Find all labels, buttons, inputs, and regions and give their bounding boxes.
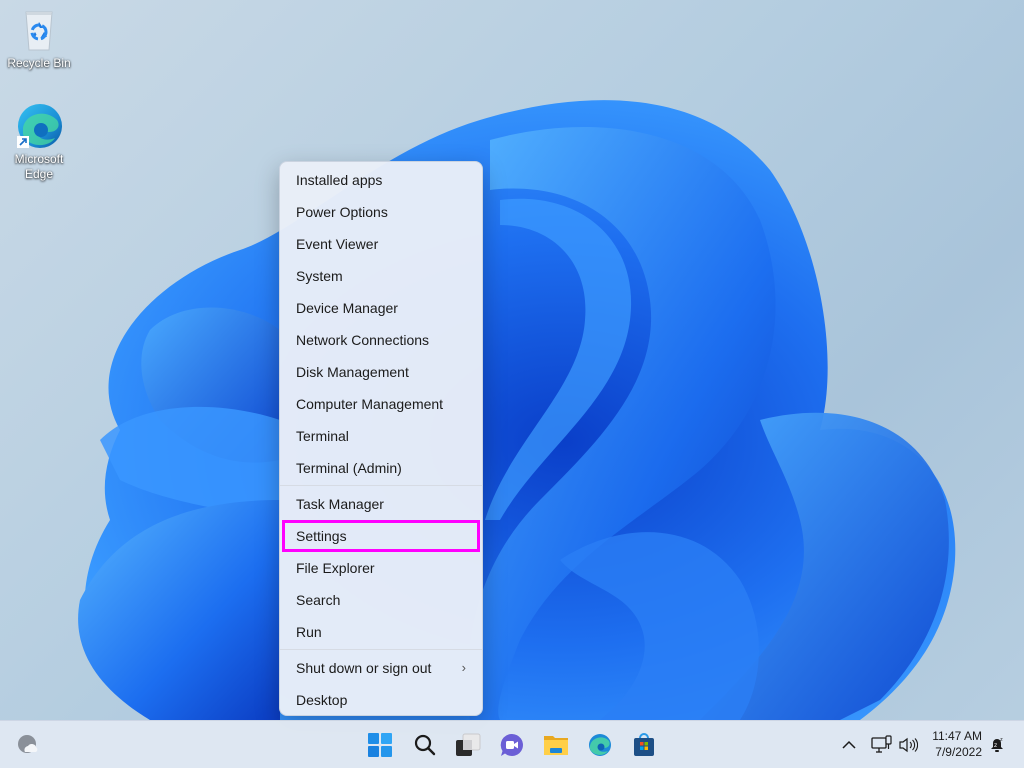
menu-item-computer-management[interactable]: Computer Management xyxy=(282,388,480,420)
wallpaper-bloom xyxy=(78,100,956,720)
menu-item-shut-down-or-sign-out[interactable]: Shut down or sign out › xyxy=(282,652,480,684)
menu-item-search[interactable]: Search xyxy=(282,584,480,616)
quick-link-context-menu: Installed apps Power Options Event Viewe… xyxy=(279,161,483,716)
speaker-icon xyxy=(899,737,918,753)
menu-item-device-manager[interactable]: Device Manager xyxy=(282,292,480,324)
svg-text:z: z xyxy=(994,742,997,749)
menu-item-settings[interactable]: Settings xyxy=(282,520,480,552)
task-view-icon xyxy=(456,733,481,756)
clock-date: 7/9/2022 xyxy=(935,745,982,759)
teams-chat-icon xyxy=(500,733,523,756)
file-explorer-button[interactable] xyxy=(540,729,572,761)
menu-item-terminal-admin[interactable]: Terminal (Admin) xyxy=(282,452,480,484)
menu-item-event-viewer[interactable]: Event Viewer xyxy=(282,228,480,260)
menu-item-disk-management[interactable]: Disk Management xyxy=(282,356,480,388)
focus-assist-bell-icon: z z xyxy=(991,737,1003,752)
notifications-button[interactable]: z z xyxy=(986,729,1008,761)
menu-item-power-options[interactable]: Power Options xyxy=(282,196,480,228)
chevron-up-icon xyxy=(842,740,856,749)
menu-item-label: Shut down or sign out xyxy=(296,660,432,676)
desktop-icon-recycle-bin[interactable]: Recycle Bin xyxy=(1,6,77,71)
recycle-bin-icon xyxy=(15,6,63,54)
microsoft-store-icon xyxy=(634,733,654,756)
menu-separator xyxy=(280,485,482,486)
menu-item-file-explorer[interactable]: File Explorer xyxy=(282,552,480,584)
menu-item-system[interactable]: System xyxy=(282,260,480,292)
task-view-button[interactable] xyxy=(452,729,484,761)
menu-item-installed-apps[interactable]: Installed apps xyxy=(282,164,480,196)
windows-start-icon xyxy=(368,733,392,757)
svg-text:z: z xyxy=(1000,737,1003,743)
edge-icon xyxy=(589,734,611,756)
desktop-icon-label-line1: Microsoft xyxy=(14,152,64,166)
edge-icon xyxy=(15,102,63,150)
start-button[interactable] xyxy=(364,729,396,761)
chat-button[interactable] xyxy=(496,729,528,761)
volume-button[interactable] xyxy=(896,729,920,761)
widgets-button[interactable] xyxy=(12,729,44,761)
menu-item-terminal[interactable]: Terminal xyxy=(282,420,480,452)
desktop-icon-microsoft-edge[interactable]: Microsoft Edge xyxy=(1,102,77,182)
desktop-icon-label: Recycle Bin xyxy=(7,56,71,70)
desktop-wallpaper xyxy=(0,0,1024,720)
search-icon xyxy=(414,734,436,756)
clock-button[interactable]: 11:47 AM 7/9/2022 xyxy=(932,728,982,760)
menu-item-desktop[interactable]: Desktop xyxy=(282,684,480,716)
edge-taskbar-button[interactable] xyxy=(584,729,616,761)
weather-cloudy-moon-icon xyxy=(18,735,38,753)
search-button[interactable] xyxy=(409,729,441,761)
microsoft-store-button[interactable] xyxy=(628,729,660,761)
show-hidden-icons-button[interactable] xyxy=(838,729,860,761)
network-button[interactable] xyxy=(868,729,896,761)
menu-item-network-connections[interactable]: Network Connections xyxy=(282,324,480,356)
network-ethernet-icon xyxy=(871,735,892,753)
taskbar: 11:47 AM 7/9/2022 z z xyxy=(0,720,1024,768)
clock-time: 11:47 AM xyxy=(932,729,982,743)
folder-icon xyxy=(544,736,568,755)
menu-item-task-manager[interactable]: Task Manager xyxy=(282,488,480,520)
desktop-icon-label-line2: Edge xyxy=(24,167,54,181)
chevron-right-icon: › xyxy=(461,660,466,675)
menu-separator xyxy=(280,649,482,650)
menu-item-run[interactable]: Run xyxy=(282,616,480,648)
